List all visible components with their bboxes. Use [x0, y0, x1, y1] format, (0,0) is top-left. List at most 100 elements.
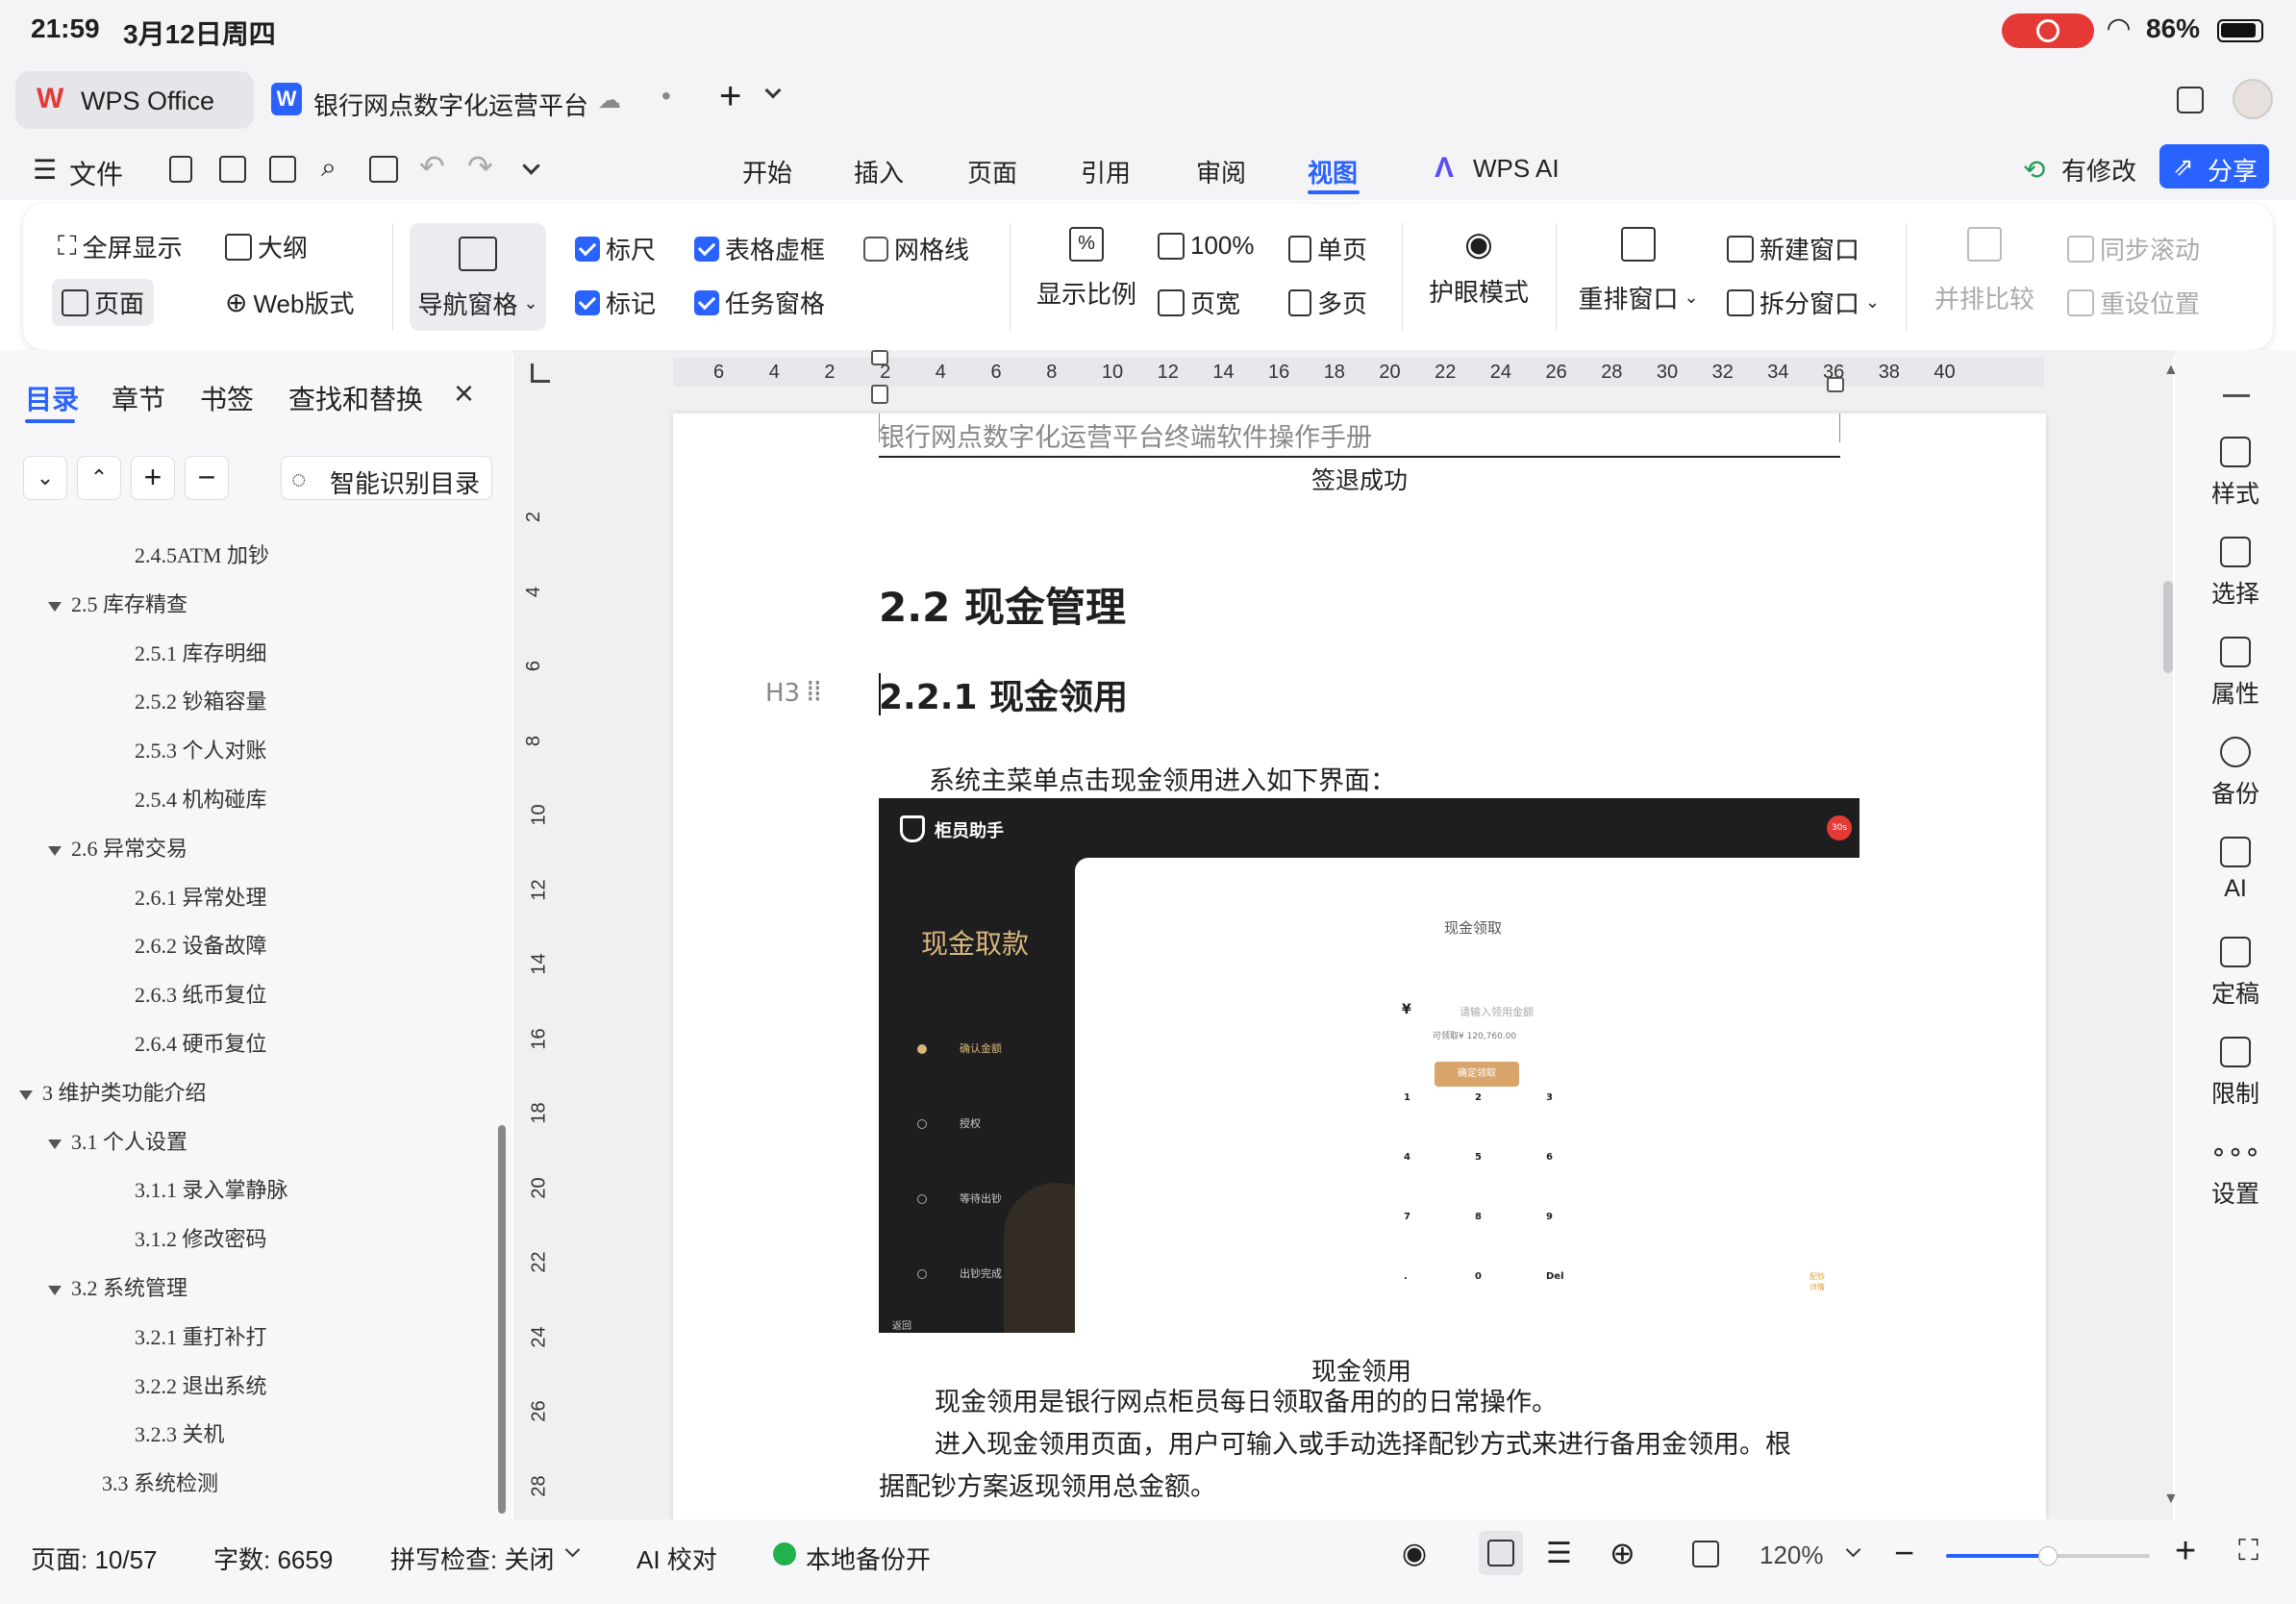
- expand-triangle-icon[interactable]: [48, 845, 62, 856]
- vertical-ruler[interactable]: 2 4 6 8 10 12 14 16 18 20 22 24 26 28: [517, 404, 562, 1519]
- avatar[interactable]: [2233, 79, 2273, 119]
- zoom-slider-thumb[interactable]: [2038, 1546, 2058, 1566]
- zoom-slider[interactable]: [1946, 1546, 2150, 1566]
- keypad-key[interactable]: 7: [1404, 1212, 1410, 1222]
- zoom-level[interactable]: 120%: [1759, 1541, 1824, 1570]
- amount-input[interactable]: 请输入领用金额: [1460, 1004, 1534, 1019]
- new-tab-icon[interactable]: +: [719, 75, 741, 118]
- toc-item[interactable]: 3 维护类功能介绍: [19, 1076, 207, 1107]
- document-scrollbar[interactable]: [2163, 581, 2173, 673]
- toc-item[interactable]: 3.1.2 修改密码: [135, 1222, 267, 1253]
- table-grid-checkbox[interactable]: 表格虚框: [694, 231, 825, 266]
- tab-document[interactable]: W 银行网点数字化运营平台 ☁ •: [267, 71, 690, 129]
- expand-triangle-icon[interactable]: [48, 1139, 62, 1149]
- left-indent-icon[interactable]: [871, 385, 888, 404]
- sync-scroll-button[interactable]: 同步滚动: [2067, 231, 2200, 266]
- toc-item[interactable]: 2.5.1 库存明细: [135, 637, 267, 667]
- collapse-all-icon[interactable]: ⌄: [23, 456, 67, 500]
- expand-triangle-icon[interactable]: [48, 601, 62, 612]
- keypad-key[interactable]: 6: [1546, 1152, 1553, 1163]
- split-window-button[interactable]: 拆分窗口 ⌄: [1727, 285, 1880, 320]
- zoom-ratio-button[interactable]: % 显示比例: [1031, 227, 1142, 311]
- undo-icon[interactable]: ↶: [419, 148, 445, 185]
- tab-reference[interactable]: 引用: [1081, 154, 1131, 189]
- file-menu-icon[interactable]: ☰: [33, 154, 57, 186]
- page-indicator[interactable]: 页面: 10/57: [31, 1541, 158, 1576]
- nav-tab-chapter[interactable]: 章节: [112, 379, 165, 417]
- select-button[interactable]: 选择: [2175, 537, 2296, 610]
- nav-pane-button[interactable]: 导航窗格 ⌄: [410, 223, 546, 331]
- keypad-key[interactable]: 3: [1546, 1092, 1553, 1103]
- style-button[interactable]: 样式: [2175, 437, 2296, 510]
- tab-stop-icon[interactable]: [531, 363, 550, 383]
- drag-handle-icon[interactable]: ⁞⁞: [806, 675, 822, 709]
- modified-status[interactable]: 有修改: [2061, 152, 2136, 188]
- page-width-button[interactable]: 页宽: [1158, 285, 1240, 320]
- chevron-down-icon[interactable]: [564, 1541, 581, 1558]
- indent-marker-icon[interactable]: [871, 350, 888, 365]
- keypad-key[interactable]: 9: [1546, 1212, 1553, 1222]
- spell-check[interactable]: 拼写检查: 关闭: [390, 1541, 554, 1576]
- toc-item[interactable]: 2.6.3 纸币复位: [135, 978, 267, 1009]
- tab-insert[interactable]: 插入: [854, 154, 904, 189]
- ai-proofread[interactable]: AI 校对: [636, 1541, 717, 1576]
- side-by-side-button[interactable]: 并排比较: [1931, 227, 2038, 315]
- nav-tab-find-replace[interactable]: 查找和替换: [288, 379, 423, 417]
- keypad-key[interactable]: .: [1404, 1271, 1408, 1282]
- eye-mode-button[interactable]: ◉ 护眼模式: [1423, 227, 1535, 309]
- toc-item[interactable]: 2.5.2 钞箱容量: [135, 685, 267, 715]
- outline-view-icon[interactable]: ☰: [1546, 1537, 1572, 1570]
- tab-page[interactable]: 页面: [967, 154, 1017, 189]
- keypad-key[interactable]: 8: [1475, 1212, 1482, 1222]
- rearrange-window-button[interactable]: 重排窗口 ⌄: [1571, 227, 1706, 315]
- promote-icon[interactable]: +: [131, 456, 175, 500]
- save-icon[interactable]: [269, 156, 296, 183]
- keypad-key[interactable]: 5: [1475, 1152, 1482, 1163]
- expand-triangle-icon[interactable]: [48, 1285, 62, 1295]
- restrict-button[interactable]: 限制: [2175, 1037, 2296, 1110]
- toc-item[interactable]: 3.1 个人设置: [48, 1125, 187, 1156]
- marks-checkbox[interactable]: 标记: [575, 285, 656, 320]
- collapse-handle[interactable]: [2223, 394, 2250, 397]
- toc-item[interactable]: 3.1.1 录入掌静脉: [135, 1173, 288, 1204]
- zoom-in-icon[interactable]: +: [2175, 1531, 2196, 1572]
- toc-item[interactable]: 2.5 库存精查: [48, 588, 187, 618]
- toc-item[interactable]: 3.2.1 重打补打: [135, 1320, 267, 1351]
- toc-item[interactable]: 3.2 系统管理: [48, 1271, 187, 1302]
- keypad-key[interactable]: 0: [1475, 1271, 1482, 1282]
- toc-item[interactable]: 3.2.2 退出系统: [135, 1369, 267, 1400]
- document-page[interactable]: 银行网点数字化运营平台终端软件操作手册 签退成功 2.2 现金管理 H3 ⁞⁞ …: [673, 414, 2046, 1519]
- toc-item[interactable]: 2.4.5ATM 加钞: [135, 539, 269, 569]
- wps-ai-tab[interactable]: WPS AI: [1473, 154, 1560, 184]
- new-doc-icon[interactable]: [169, 156, 192, 183]
- ruler-checkbox[interactable]: 标尺: [575, 231, 656, 266]
- settings-button[interactable]: ∘∘∘ 设置: [2175, 1137, 2296, 1210]
- keypad-key[interactable]: 1: [1404, 1092, 1410, 1103]
- tab-review[interactable]: 审阅: [1196, 154, 1246, 189]
- ai-button[interactable]: AI: [2175, 837, 2296, 903]
- web-view-button[interactable]: ⊕ Web版式: [225, 285, 354, 320]
- task-pane-checkbox[interactable]: 任务窗格: [694, 285, 825, 320]
- tab-start[interactable]: 开始: [742, 154, 792, 189]
- open-folder-icon[interactable]: [219, 156, 246, 183]
- web-view-icon[interactable]: ⊕: [1610, 1535, 1635, 1571]
- share-button[interactable]: ⇗ 分享: [2159, 144, 2269, 188]
- expand-triangle-icon[interactable]: [19, 1090, 33, 1100]
- tab-view[interactable]: 视图: [1308, 154, 1358, 189]
- properties-button[interactable]: 属性: [2175, 637, 2296, 710]
- distribution-detail[interactable]: 配钞 详情: [1809, 1271, 1825, 1292]
- fullscreen-icon[interactable]: ⛶: [2238, 1535, 2259, 1567]
- demote-icon[interactable]: −: [185, 456, 229, 500]
- keypad-key[interactable]: 2: [1475, 1092, 1482, 1103]
- toc-item[interactable]: 2.6.4 硬币复位: [135, 1027, 267, 1058]
- right-indent-icon[interactable]: [1827, 377, 1844, 392]
- fullscreen-button[interactable]: ⛶ 全屏显示: [58, 229, 183, 264]
- zoom-100-button[interactable]: 100%: [1158, 231, 1255, 261]
- toc-item[interactable]: 2.5.4 机构碰库: [135, 783, 267, 814]
- reset-position-button[interactable]: 重设位置: [2067, 285, 2200, 320]
- gridlines-checkbox[interactable]: 网格线: [863, 231, 969, 266]
- nav-scrollbar[interactable]: [498, 1125, 506, 1514]
- close-icon[interactable]: ×: [454, 373, 474, 414]
- toc-item[interactable]: 2.6 异常交易: [48, 832, 187, 863]
- nav-tab-bookmark[interactable]: 书签: [200, 379, 254, 417]
